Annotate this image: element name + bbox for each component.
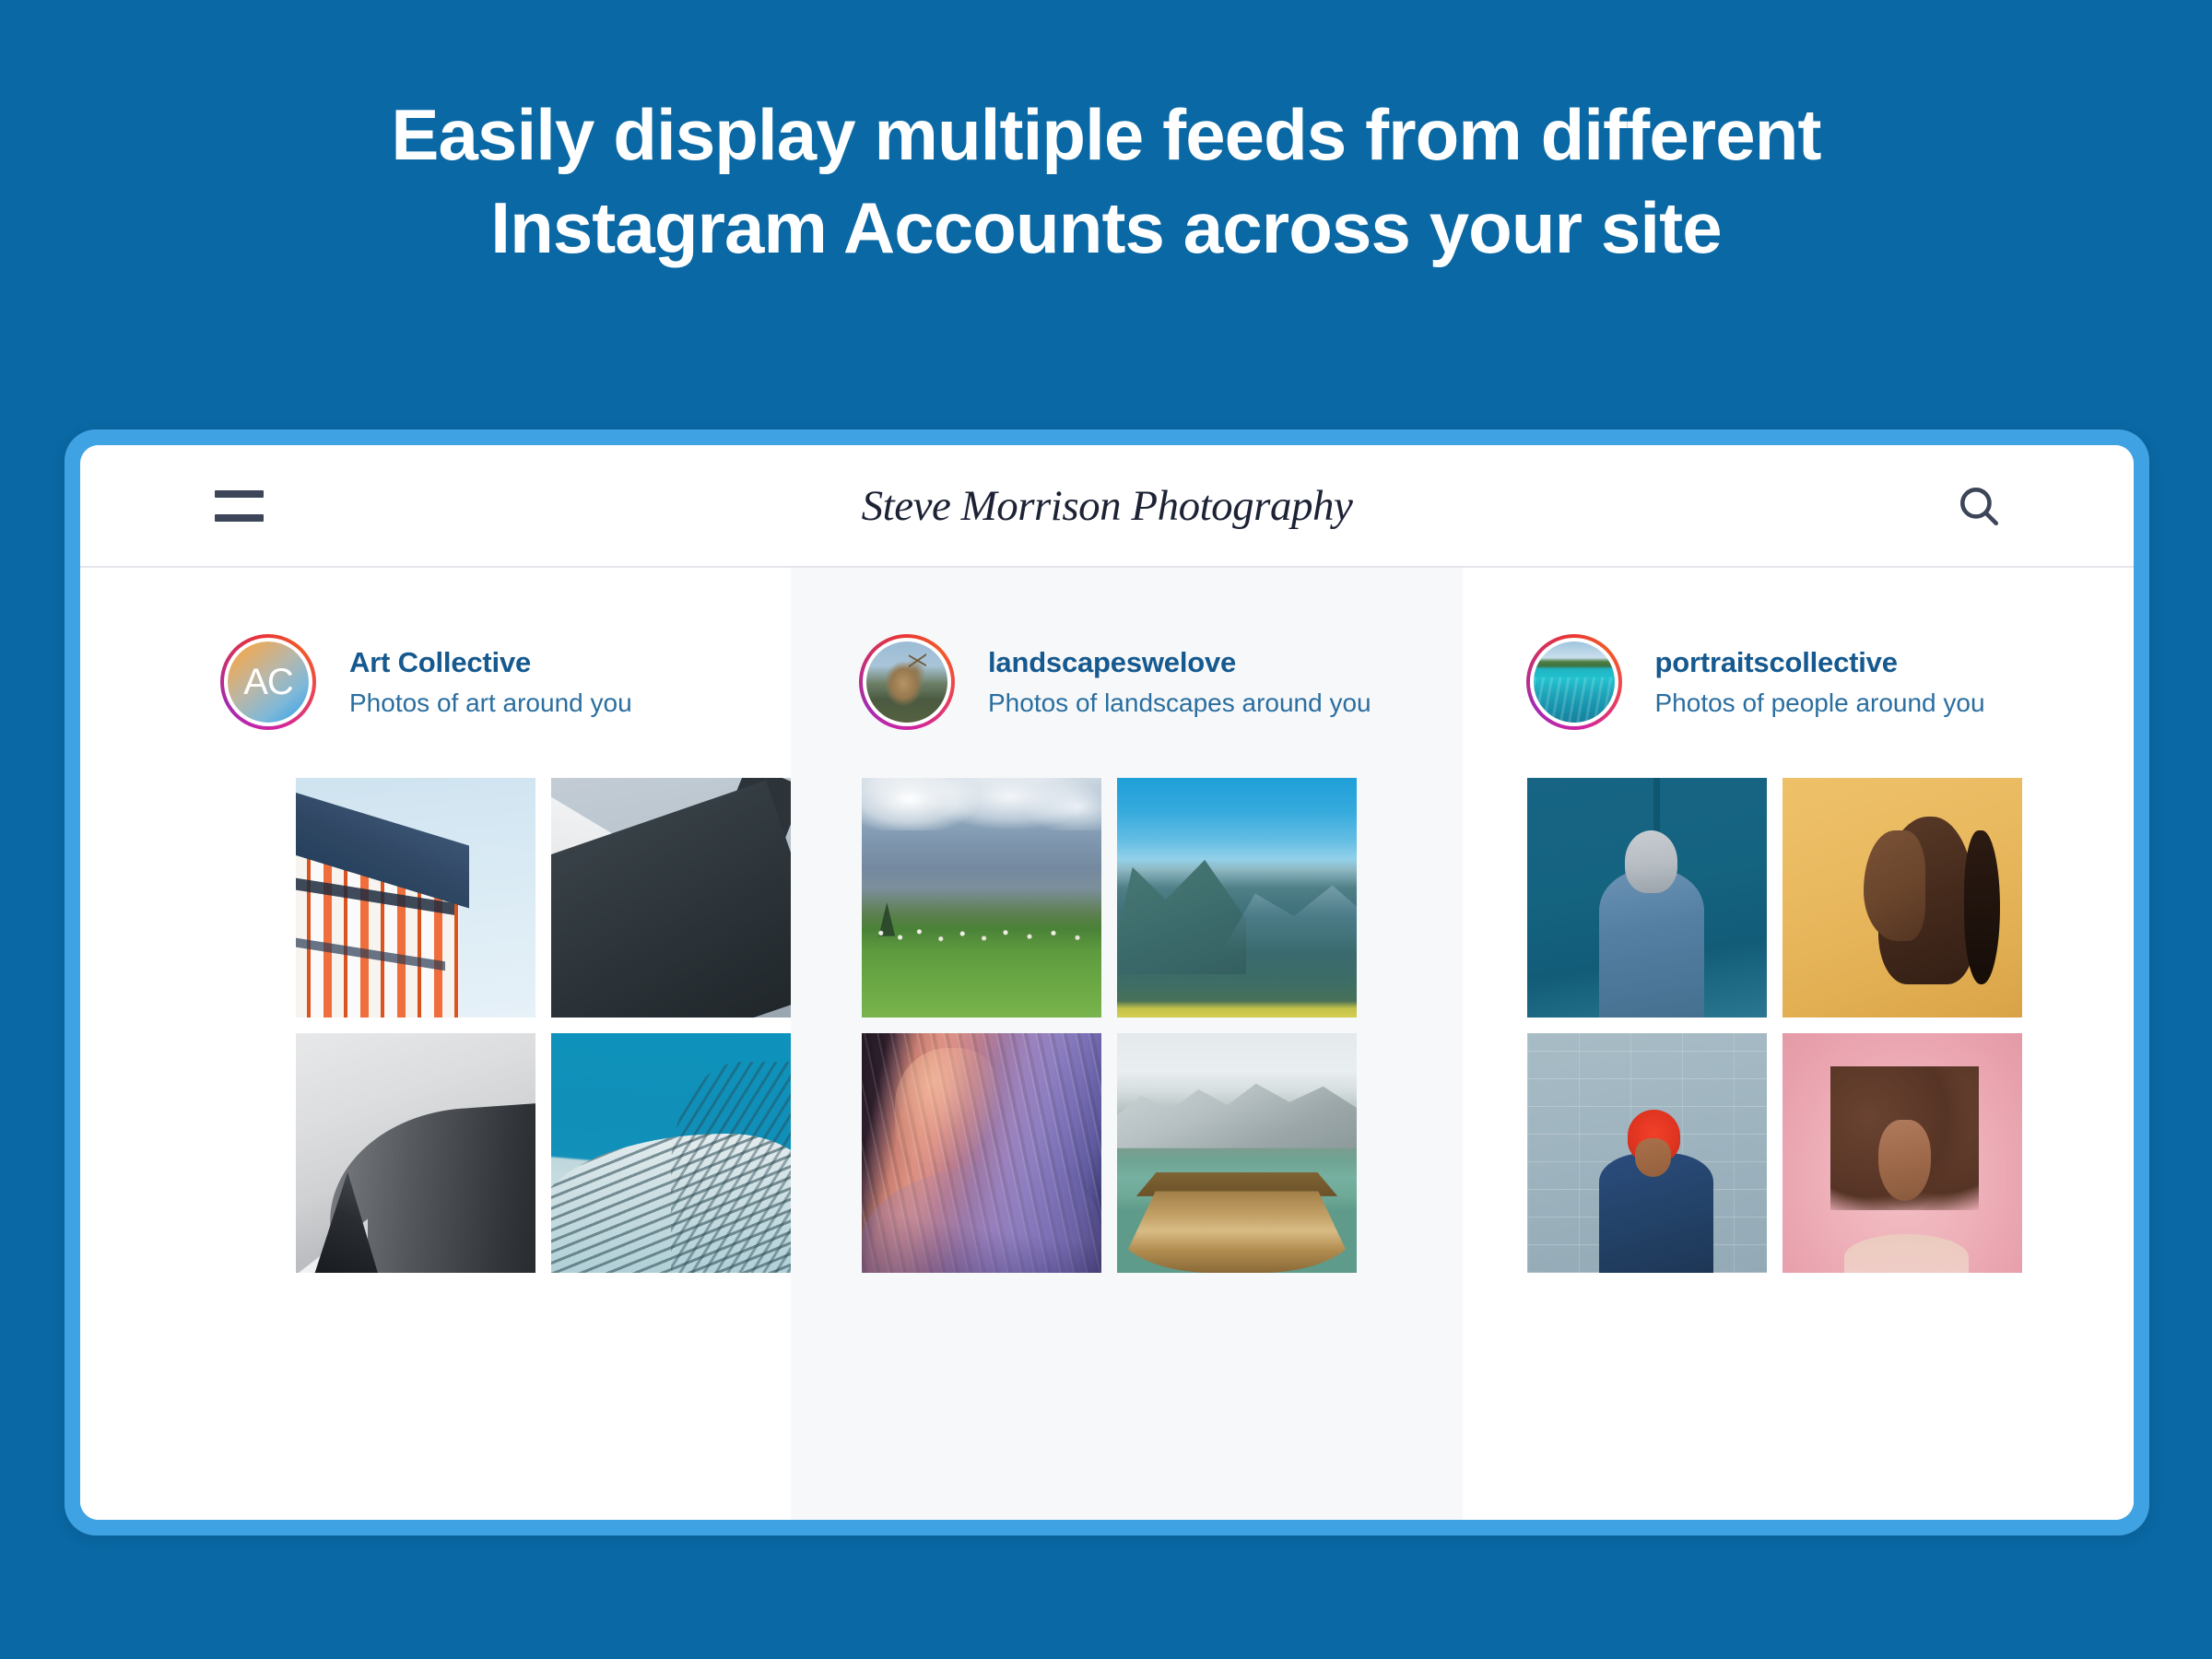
photo-detail [1634,844,1668,884]
feed-meta: landscapeswelove Photos of landscapes ar… [988,645,1371,719]
photo-detail [878,902,896,936]
feed-subtitle: Photos of art around you [349,688,632,718]
photo-grid [862,778,1463,1273]
feed-meta: portraitscollective Photos of people aro… [1655,645,1985,719]
photo-detail [1117,1000,1357,1018]
photo-detail [1653,778,1660,850]
feed-title[interactable]: Art Collective [349,645,632,679]
feed-photo[interactable] [862,778,1101,1018]
site-header: Steve Morrison Photography [80,445,2134,568]
avatar-inner-pad [863,638,951,726]
photo-detail [296,935,445,971]
avatar-photo-elk [866,641,947,723]
photo-grid [296,778,791,1273]
instagram-feeds-row: AC Art Collective Photos of art around y… [80,568,2134,1520]
feed-subtitle: Photos of landscapes around you [988,688,1371,718]
avatar-photo-lagoon [1533,641,1615,723]
avatar-ring[interactable] [859,634,955,730]
photo-detail [296,876,454,915]
feed-photo[interactable] [862,1033,1101,1273]
photo-grid [1526,778,2135,1273]
photo-detail [1634,1138,1671,1177]
headline-line-1: Easily display multiple feeds from diffe… [391,94,1821,175]
feed-photo[interactable] [296,1033,535,1273]
feed-photo[interactable] [1526,778,1767,1018]
feed-column-landscapeswelove: landscapeswelove Photos of landscapes ar… [791,568,1463,1520]
feed-photo[interactable] [1117,778,1357,1018]
photo-detail [1170,1206,1304,1268]
site-logo[interactable]: Steve Morrison Photography [80,481,2134,531]
photo-detail [724,778,791,845]
avatar-inner-pad [1529,638,1618,726]
photo-detail [296,1218,368,1273]
avatar-ring[interactable]: AC [220,634,316,730]
photo-detail [1964,830,2001,984]
feed-header: portraitscollective Photos of people aro… [1525,634,2135,730]
browser-frame: Steve Morrison Photography AC Art Collec… [65,429,2149,1535]
feed-photo[interactable] [551,1033,791,1273]
feed-header: landscapeswelove Photos of landscapes ar… [859,634,1463,730]
photo-detail [1135,1171,1338,1196]
avatar: AC [228,641,309,723]
feed-meta: Art Collective Photos of art around you [349,645,632,719]
search-icon[interactable] [1953,480,2005,532]
feed-photo[interactable] [1782,778,2022,1018]
feed-photo[interactable] [551,778,791,1018]
feed-photo[interactable] [296,778,535,1018]
avatar [1533,641,1615,723]
feed-photo[interactable] [1117,1033,1357,1273]
feed-title[interactable]: landscapeswelove [988,645,1371,679]
feed-header: AC Art Collective Photos of art around y… [220,634,791,730]
feed-photo[interactable] [1782,1033,2022,1273]
photo-detail [862,1162,1101,1273]
feed-subtitle: Photos of people around you [1654,688,1985,718]
feed-photo[interactable] [1526,1033,1767,1273]
photo-detail [671,1062,791,1273]
feed-column-portraitscollective: portraitscollective Photos of people aro… [1462,568,2135,1520]
photo-detail [1844,1234,1970,1273]
avatar-ring[interactable] [1525,634,1622,730]
avatar-monogram: AC [228,641,309,723]
feed-title[interactable]: portraitscollective [1655,645,1985,679]
browser-window: Steve Morrison Photography AC Art Collec… [80,445,2134,1520]
hero-headline: Easily display multiple feeds from diffe… [0,0,2212,276]
feed-column-art-collective: AC Art Collective Photos of art around y… [80,568,791,1520]
avatar [866,641,947,723]
headline-line-2: Instagram Accounts across your site [490,187,1722,269]
avatar-inner-pad: AC [224,638,312,726]
